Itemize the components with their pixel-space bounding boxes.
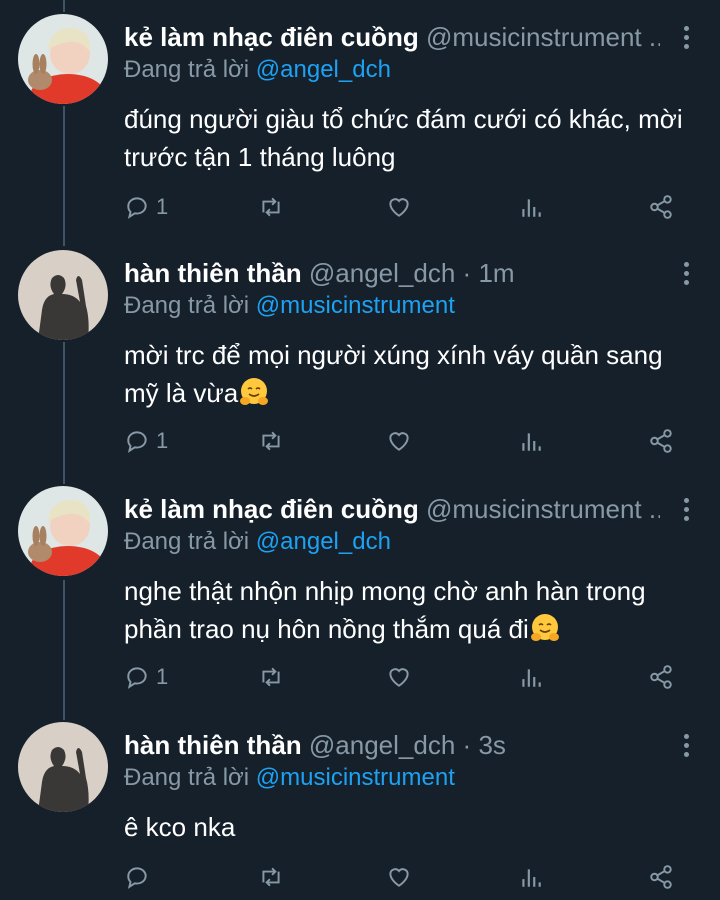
retweet-button[interactable] — [258, 426, 284, 456]
display-name[interactable]: hàn thiên thần — [124, 730, 302, 760]
tweet-header: kẻ làm nhạc điên cuồng @musicinstrument … — [124, 20, 660, 54]
reply-prefix: Đang trả lời — [124, 292, 250, 319]
heart-icon — [389, 432, 409, 451]
reply-prefix: Đang trả lời — [124, 528, 250, 555]
more-options-icon[interactable] — [682, 262, 690, 290]
like-button[interactable] — [386, 862, 412, 892]
heart-icon — [389, 668, 409, 687]
handle[interactable]: @musicinstrument ... — [426, 22, 660, 52]
retweet-icon — [262, 197, 280, 217]
reply-prefix: Đang trả lời — [124, 764, 250, 791]
share-icon — [650, 665, 672, 689]
tweet[interactable]: hàn thiên thần @angel_dch · 3s Đang trả … — [0, 722, 720, 900]
retweet-button[interactable] — [258, 192, 284, 222]
tweet-text-container: nghe thật nhộn nhịp mong chờ anh hàn tro… — [124, 572, 684, 648]
tweet-text: mời trc để mọi người xúng xính váy quần … — [124, 340, 663, 408]
timestamp[interactable]: 3s — [478, 730, 505, 760]
separator-dot: · — [462, 258, 472, 288]
tweet-actions: 1 — [124, 426, 684, 456]
display-name[interactable]: hàn thiên thần — [124, 258, 302, 288]
like-button[interactable] — [386, 662, 412, 692]
tweet-actions — [124, 862, 684, 892]
share-button[interactable] — [648, 662, 674, 692]
reply-button[interactable] — [124, 862, 156, 892]
avatar[interactable] — [18, 250, 108, 340]
mention-link[interactable]: @angel_dch — [256, 56, 391, 83]
share-button[interactable] — [648, 192, 674, 222]
more-options-icon[interactable] — [682, 498, 690, 526]
analytics-icon — [522, 869, 541, 887]
tweet-text: đúng người giàu tổ chức đám cưới có khác… — [124, 104, 683, 172]
share-button[interactable] — [648, 426, 674, 456]
retweet-button[interactable] — [258, 862, 284, 892]
reply-icon — [127, 667, 147, 689]
handle[interactable]: @musicinstrument ... — [426, 494, 660, 524]
avatar[interactable] — [18, 14, 108, 104]
retweet-icon — [262, 667, 280, 687]
reply-icon — [127, 431, 147, 453]
tweet-header: hàn thiên thần @angel_dch · 1m — [124, 256, 660, 290]
reply-button[interactable]: 1 — [124, 192, 168, 222]
reply-count: 1 — [156, 428, 169, 453]
tweet-header: hàn thiên thần @angel_dch · 3s — [124, 728, 660, 762]
retweet-icon — [262, 431, 280, 451]
tweet[interactable]: kẻ làm nhạc điên cuồng @musicinstrument … — [0, 486, 720, 706]
analytics-icon — [522, 199, 541, 217]
like-button[interactable] — [386, 192, 412, 222]
mention-link[interactable]: @angel_dch — [256, 528, 391, 555]
hugging-face-emoji-icon — [530, 614, 559, 641]
handle[interactable]: @angel_dch — [309, 730, 455, 760]
tweet-text: ê kco nka — [124, 812, 236, 842]
reply-context: Đang trả lời @angel_dch — [124, 54, 391, 86]
reply-context: Đang trả lời @musicinstrument — [124, 762, 455, 794]
reply-icon — [127, 867, 147, 889]
reply-context: Đang trả lời @musicinstrument — [124, 290, 455, 322]
analytics-icon — [522, 433, 541, 451]
more-options-icon[interactable] — [682, 734, 690, 762]
tweet[interactable]: kẻ làm nhạc điên cuồng @musicinstrument … — [0, 14, 720, 234]
avatar[interactable] — [18, 486, 108, 576]
separator-dot: · — [462, 730, 472, 760]
share-button[interactable] — [648, 862, 674, 892]
like-button[interactable] — [386, 426, 412, 456]
timestamp[interactable]: 1m — [478, 258, 514, 288]
heart-icon — [389, 198, 409, 217]
retweet-icon — [262, 867, 280, 887]
display-name[interactable]: kẻ làm nhạc điên cuồng — [124, 494, 419, 524]
reply-context: Đang trả lời @angel_dch — [124, 526, 391, 558]
tweet-text: nghe thật nhộn nhịp mong chờ anh hàn tro… — [124, 576, 646, 644]
mention-link[interactable]: @musicinstrument — [256, 764, 455, 791]
analytics-button[interactable] — [518, 192, 544, 222]
analytics-button[interactable] — [518, 862, 544, 892]
analytics-button[interactable] — [518, 662, 544, 692]
display-name[interactable]: kẻ làm nhạc điên cuồng — [124, 22, 419, 52]
reply-count: 1 — [156, 194, 169, 219]
retweet-button[interactable] — [258, 662, 284, 692]
avatar[interactable] — [18, 722, 108, 812]
tweet-actions: 1 — [124, 662, 684, 692]
hugging-face-emoji-icon — [240, 378, 269, 405]
reply-icon — [127, 197, 147, 219]
handle[interactable]: @angel_dch — [309, 258, 455, 288]
heart-icon — [389, 868, 409, 887]
tweet-text-container: mời trc để mọi người xúng xính váy quần … — [124, 336, 684, 412]
reply-button[interactable]: 1 — [124, 662, 168, 692]
analytics-button[interactable] — [518, 426, 544, 456]
tweet[interactable]: hàn thiên thần @angel_dch · 1m Đang trả … — [0, 250, 720, 470]
tweet-header: kẻ làm nhạc điên cuồng @musicinstrument … — [124, 492, 660, 526]
tweet-actions: 1 — [124, 192, 684, 222]
share-icon — [650, 865, 672, 889]
share-icon — [650, 195, 672, 219]
analytics-icon — [522, 669, 541, 687]
mention-link[interactable]: @musicinstrument — [256, 292, 455, 319]
reply-count: 1 — [156, 664, 169, 689]
more-options-icon[interactable] — [682, 26, 690, 54]
thread-line — [63, 0, 65, 12]
share-icon — [650, 429, 672, 453]
reply-prefix: Đang trả lời — [124, 56, 250, 83]
reply-button[interactable]: 1 — [124, 426, 168, 456]
